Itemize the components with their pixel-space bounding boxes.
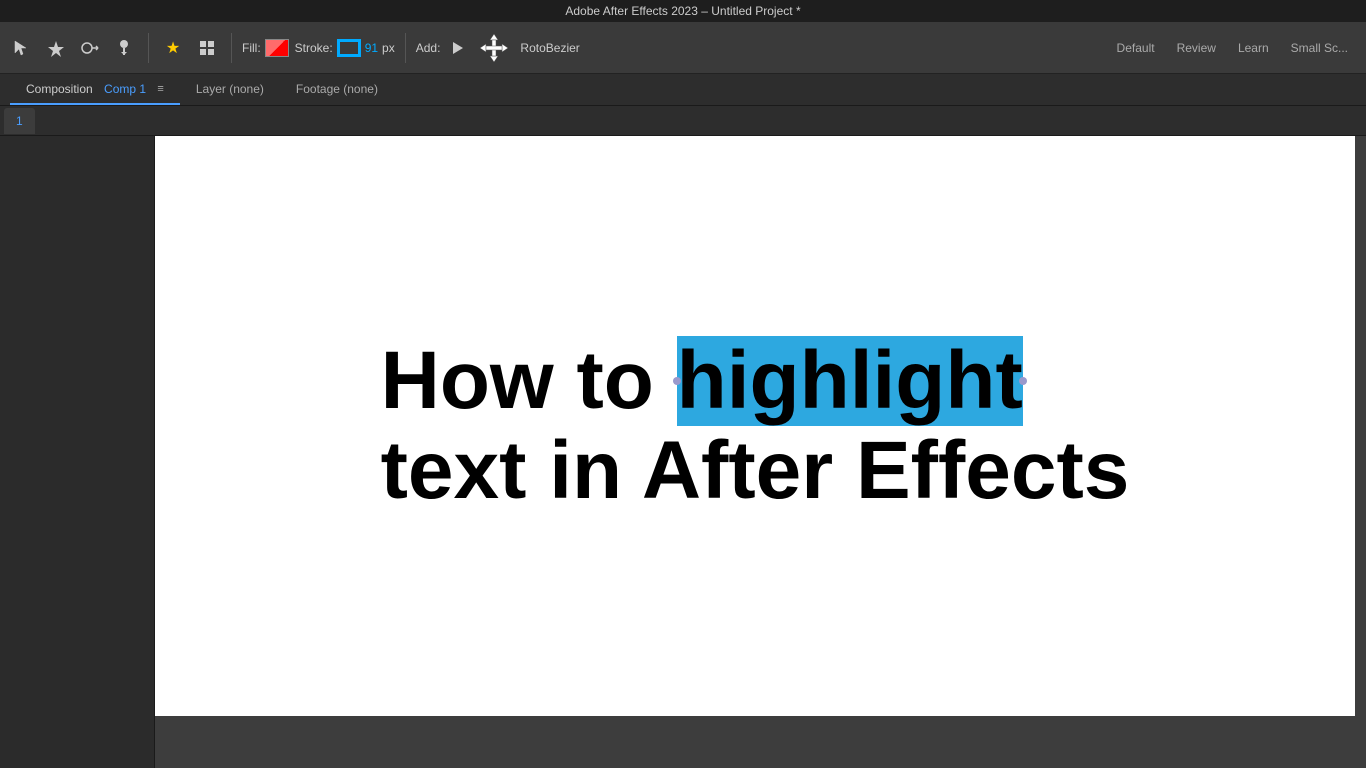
handle-left[interactable]: [673, 377, 681, 385]
line1-prefix: How to: [381, 335, 677, 426]
workspace-learn[interactable]: Learn: [1228, 37, 1279, 59]
selection-tool-button[interactable]: [8, 34, 36, 62]
comp-1-tab[interactable]: 1: [4, 108, 35, 134]
stroke-label: Stroke:: [295, 41, 333, 55]
layer-tab-label: Layer (none): [196, 82, 264, 96]
highlight-word: highlight: [677, 336, 1023, 426]
composition-name: Comp 1: [104, 82, 146, 96]
workspace-default[interactable]: Default: [1107, 37, 1165, 59]
stroke-group: Stroke: 91 px: [295, 39, 395, 57]
pen-tool-button[interactable]: [42, 34, 70, 62]
separator-3: [405, 33, 406, 63]
grid-icon[interactable]: [193, 34, 221, 62]
workspace-review[interactable]: Review: [1167, 37, 1226, 59]
headline-line2: text in After Effects: [381, 426, 1130, 516]
tab-row: 1: [0, 106, 1366, 136]
star-icon[interactable]: ★: [159, 34, 187, 62]
line2-text: text in After Effects: [381, 425, 1130, 516]
layer-panel-tab[interactable]: Layer (none): [180, 74, 280, 105]
title-bar: Adobe After Effects 2023 – Untitled Proj…: [0, 0, 1366, 22]
canvas-content: How to highlight text in After Effects: [321, 336, 1190, 516]
footage-panel-tab[interactable]: Footage (none): [280, 74, 394, 105]
fill-label: Fill:: [242, 41, 261, 55]
fill-swatch[interactable]: [265, 39, 289, 57]
workspace-tabs: Default Review Learn Small Sc...: [1107, 37, 1358, 59]
canvas: How to highlight text in After Effects: [155, 136, 1355, 716]
move-cursor-icon: [474, 28, 514, 68]
footage-tab-label: Footage (none): [296, 82, 378, 96]
app-title: Adobe After Effects 2023 – Untitled Proj…: [565, 4, 800, 18]
toolbar: ★ Fill: Stroke: 91 px Add:: [0, 22, 1366, 74]
highlight-text: highlight: [677, 335, 1023, 426]
panel-header: Composition Comp 1 ≡ Layer (none) Footag…: [0, 74, 1366, 106]
comp-tab-label: 1: [16, 114, 23, 128]
panel-menu-icon[interactable]: ≡: [157, 83, 163, 95]
add-label: Add:: [416, 41, 441, 55]
stroke-swatch[interactable]: [337, 39, 361, 57]
rotobezier-label: RotoBezier: [520, 41, 579, 55]
composition-panel-tab[interactable]: Composition Comp 1 ≡: [10, 74, 180, 105]
left-sidebar: [0, 136, 155, 768]
canvas-area: How to highlight text in After Effects: [155, 136, 1366, 768]
main-area: How to highlight text in After Effects: [0, 136, 1366, 768]
handle-right[interactable]: [1019, 377, 1027, 385]
stroke-size[interactable]: 91: [365, 41, 378, 55]
puppet-pin-tool-button[interactable]: [110, 34, 138, 62]
composition-word: Composition: [26, 82, 93, 96]
stroke-px: px: [382, 41, 395, 55]
headline-line1: How to highlight: [381, 336, 1130, 426]
separator-1: [148, 33, 149, 63]
workspace-small-screen[interactable]: Small Sc...: [1281, 37, 1358, 59]
add-play-icon[interactable]: [446, 37, 468, 59]
separator-2: [231, 33, 232, 63]
roto-tool-button[interactable]: [76, 34, 104, 62]
fill-group: Fill:: [242, 39, 289, 57]
